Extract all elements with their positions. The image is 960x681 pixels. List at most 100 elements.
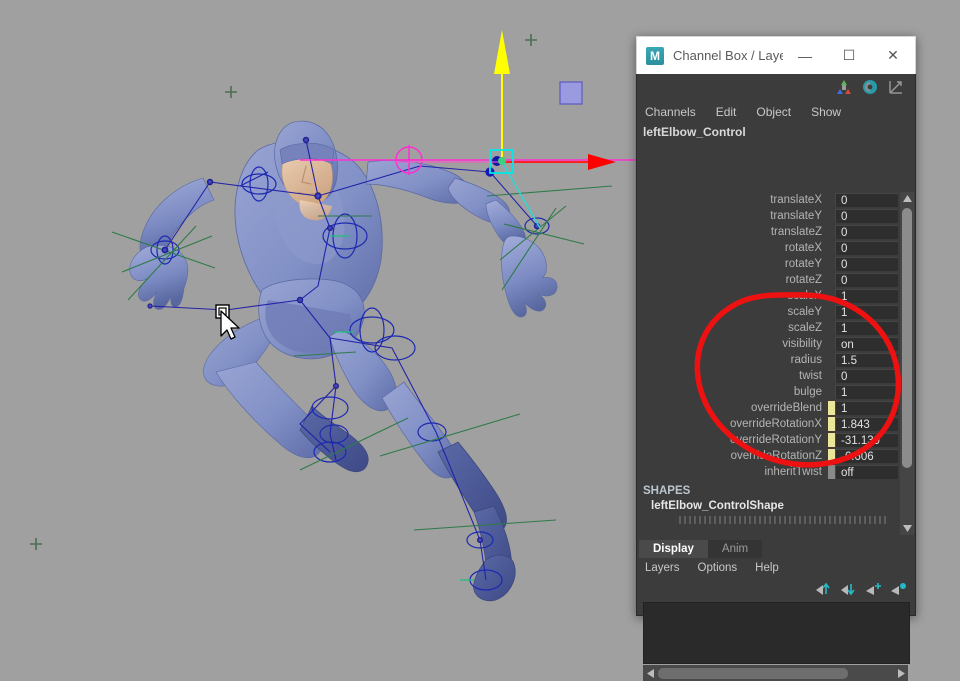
channel-value-field[interactable]: 1 bbox=[835, 401, 898, 415]
move-layer-down-button[interactable] bbox=[841, 582, 857, 596]
channel-lock-indicator bbox=[828, 257, 835, 271]
channel-value-field[interactable]: 1 bbox=[835, 305, 898, 319]
minimize-button[interactable]: — bbox=[783, 37, 827, 74]
channel-box-icon[interactable] bbox=[835, 78, 853, 96]
channel-attribute-label: overrideRotationX bbox=[729, 418, 822, 430]
channel-row[interactable]: translateY 0 bbox=[639, 208, 898, 224]
channel-attribute-label: translateX bbox=[770, 194, 822, 206]
channel-value-field[interactable]: off bbox=[835, 465, 898, 479]
scroll-up-arrow[interactable] bbox=[900, 192, 914, 205]
channel-lock-indicator bbox=[828, 401, 835, 415]
scroll-right-arrow[interactable] bbox=[894, 665, 908, 681]
channel-attribute-label: overrideRotationZ bbox=[730, 450, 822, 462]
window-titlebar[interactable]: M Channel Box / Laye... — ☐ ✕ bbox=[636, 36, 916, 74]
maya-logo-icon: M bbox=[646, 46, 664, 65]
tab-display[interactable]: Display bbox=[639, 540, 708, 558]
channel-value-field[interactable]: -6.606 bbox=[835, 449, 898, 463]
channel-value-field[interactable]: 1.5 bbox=[835, 353, 898, 367]
channel-row[interactable]: translateZ 0 bbox=[639, 224, 898, 240]
channel-value-field[interactable]: 0 bbox=[835, 369, 898, 383]
shapes-section-header: SHAPES bbox=[643, 485, 691, 497]
channel-attribute-label: rotateX bbox=[784, 242, 822, 254]
channel-lock-indicator bbox=[828, 433, 835, 447]
channel-row[interactable]: overrideRotationY -31.139 bbox=[639, 432, 898, 448]
channel-row[interactable]: visibility on bbox=[639, 336, 898, 352]
channel-row[interactable]: scaleX 1 bbox=[639, 288, 898, 304]
channel-value-field[interactable]: -31.139 bbox=[835, 433, 898, 447]
editor-toggle-icons bbox=[637, 74, 915, 100]
channel-row[interactable]: translateX 0 bbox=[639, 192, 898, 208]
move-layer-up-button[interactable] bbox=[816, 582, 832, 596]
channel-lock-indicator bbox=[828, 273, 835, 287]
channel-row[interactable]: overrideRotationZ -6.606 bbox=[639, 448, 898, 464]
channel-value-field[interactable]: 0 bbox=[835, 241, 898, 255]
scroll-left-arrow[interactable] bbox=[643, 665, 657, 681]
menu-channels[interactable]: Channels bbox=[645, 105, 696, 119]
channel-list-scrollbar[interactable] bbox=[900, 192, 914, 535]
channel-lock-indicator bbox=[828, 209, 835, 223]
selected-object-name: leftElbow_Control bbox=[643, 125, 746, 139]
maximize-button[interactable]: ☐ bbox=[827, 37, 871, 74]
channel-value-field[interactable]: 0 bbox=[835, 273, 898, 287]
channel-lock-indicator bbox=[828, 369, 835, 383]
layer-list[interactable] bbox=[643, 602, 910, 664]
channel-value-field[interactable]: on bbox=[835, 337, 898, 351]
channel-lock-indicator bbox=[828, 305, 835, 319]
horizontal-scrollbar-thumb[interactable] bbox=[658, 667, 848, 679]
channel-value-field[interactable]: 0 bbox=[835, 225, 898, 239]
channel-row[interactable]: inheritTwist off bbox=[639, 464, 898, 480]
channel-lock-indicator bbox=[828, 337, 835, 351]
channel-attribute-label: twist bbox=[799, 370, 822, 382]
tab-anim[interactable]: Anim bbox=[707, 540, 763, 558]
channel-row[interactable]: scaleY 1 bbox=[639, 304, 898, 320]
channel-row[interactable]: twist 0 bbox=[639, 368, 898, 384]
channel-lock-indicator bbox=[828, 321, 835, 335]
channel-list[interactable]: translateX 0 translateY 0 translateZ 0 rotateX… bbox=[639, 192, 914, 535]
channel-row[interactable]: rotateZ 0 bbox=[639, 272, 898, 288]
channel-row[interactable]: rotateX 0 bbox=[639, 240, 898, 256]
layer-editor-buttons bbox=[816, 582, 907, 596]
channel-value-field[interactable]: 0 bbox=[835, 193, 898, 207]
graph-editor-icon[interactable] bbox=[887, 78, 905, 96]
new-layer-from-selected-button[interactable] bbox=[891, 582, 907, 596]
scroll-down-arrow[interactable] bbox=[900, 522, 914, 535]
channel-value-field[interactable]: 1.843 bbox=[835, 417, 898, 431]
menu-options[interactable]: Options bbox=[698, 562, 738, 580]
menu-layers[interactable]: Layers bbox=[645, 562, 680, 580]
channel-row[interactable]: scaleZ 1 bbox=[639, 320, 898, 336]
channel-lock-indicator bbox=[828, 385, 835, 399]
channel-row[interactable]: overrideBlend 1 bbox=[639, 400, 898, 416]
menu-show[interactable]: Show bbox=[811, 105, 841, 119]
channel-value-field[interactable]: 0 bbox=[835, 257, 898, 271]
channel-row[interactable]: radius 1.5 bbox=[639, 352, 898, 368]
channel-row[interactable]: overrideRotationX 1.843 bbox=[639, 416, 898, 432]
channel-attribute-label: inheritTwist bbox=[764, 466, 822, 478]
channel-attribute-label: translateZ bbox=[770, 226, 822, 238]
channel-row[interactable]: bulge 1 bbox=[639, 384, 898, 400]
shape-node-name: leftElbow_ControlShape bbox=[651, 500, 784, 512]
menu-object[interactable]: Object bbox=[756, 105, 791, 119]
window-title: Channel Box / Laye... bbox=[673, 48, 783, 63]
menu-help[interactable]: Help bbox=[755, 562, 779, 580]
scrollbar-thumb[interactable] bbox=[902, 208, 912, 468]
channel-value-field[interactable]: 1 bbox=[835, 385, 898, 399]
channel-value-field[interactable]: 0 bbox=[835, 209, 898, 223]
channel-value-field[interactable]: 1 bbox=[835, 289, 898, 303]
channel-attribute-label: bulge bbox=[793, 386, 822, 398]
channel-attribute-label: rotateY bbox=[784, 258, 822, 270]
channel-lock-indicator bbox=[828, 193, 835, 207]
channel-row[interactable]: rotateY 0 bbox=[639, 256, 898, 272]
close-button[interactable]: ✕ bbox=[871, 37, 915, 74]
channel-attribute-label: visibility bbox=[782, 338, 822, 350]
channel-lock-indicator bbox=[828, 449, 835, 463]
channel-box-window[interactable]: M Channel Box / Laye... — ☐ ✕ bbox=[636, 36, 916, 681]
menu-edit[interactable]: Edit bbox=[716, 105, 737, 119]
new-layer-button[interactable] bbox=[866, 582, 882, 596]
channel-attribute-label: scaleZ bbox=[788, 322, 822, 334]
horizontal-scrollbar[interactable] bbox=[643, 665, 908, 681]
channel-attribute-label: scaleX bbox=[787, 290, 822, 302]
attribute-editor-icon[interactable] bbox=[861, 78, 879, 96]
channel-lock-indicator bbox=[828, 417, 835, 431]
channel-value-field[interactable]: 1 bbox=[835, 321, 898, 335]
channel-attribute-label: translateY bbox=[770, 210, 822, 222]
